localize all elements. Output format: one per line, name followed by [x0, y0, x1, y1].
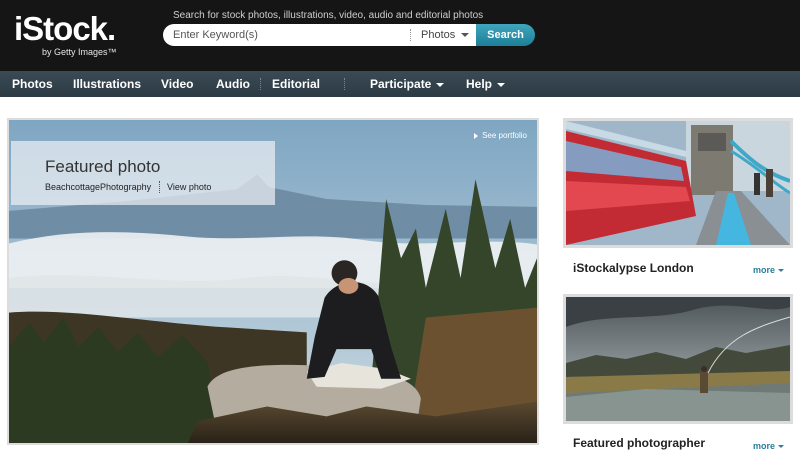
search-divider — [410, 29, 411, 41]
nav-item-help[interactable]: Help — [466, 71, 506, 97]
chevron-down-icon — [497, 82, 506, 87]
caption-divider — [159, 181, 160, 193]
card-title-photographer[interactable]: Featured photographer — [573, 436, 705, 450]
logo-subtitle: by Getty Images™ — [42, 47, 117, 57]
logo-text: iStock. — [14, 10, 116, 47]
featured-photo[interactable]: Featured photo BeachcottagePhotography V… — [7, 118, 539, 445]
search-type-select[interactable]: Photos — [421, 24, 470, 46]
chevron-down-icon — [436, 82, 445, 87]
featured-author-link[interactable]: BeachcottagePhotography — [45, 182, 151, 192]
featured-caption-panel: Featured photo BeachcottagePhotography V… — [11, 141, 275, 205]
card-title-london[interactable]: iStockalypse London — [573, 261, 694, 275]
search-hint: Search for stock photos, illustrations, … — [173, 10, 484, 21]
main-nav: Photos Illustrations Video Audio Editori… — [0, 71, 800, 97]
nav-item-photos[interactable]: Photos — [12, 71, 53, 97]
nav-item-illustrations[interactable]: Illustrations — [73, 71, 141, 97]
featured-title: Featured photo — [45, 157, 161, 176]
nav-item-participate[interactable]: Participate — [370, 71, 445, 97]
nav-item-audio[interactable]: Audio — [216, 71, 250, 97]
nav-item-editorial[interactable]: Editorial — [272, 71, 320, 97]
card-image-london[interactable] — [563, 118, 793, 248]
chevron-down-icon — [778, 269, 785, 273]
more-link-photographer[interactable]: more — [753, 441, 785, 451]
view-photo-link[interactable]: View photo — [167, 182, 211, 192]
fly-fishing-image — [566, 297, 790, 421]
see-portfolio-label: See portfolio — [482, 131, 527, 140]
more-label: more — [753, 265, 776, 275]
play-arrow-icon — [474, 132, 479, 139]
search-input[interactable] — [173, 24, 413, 46]
search-type-label: Photos — [421, 29, 456, 41]
search-button[interactable]: Search — [476, 24, 535, 46]
chevron-down-icon — [778, 445, 785, 449]
london-bus-image — [566, 121, 790, 245]
more-label: more — [753, 441, 776, 451]
more-link-london[interactable]: more — [753, 265, 785, 275]
nav-label-participate: Participate — [370, 77, 432, 91]
chevron-down-icon — [461, 33, 470, 38]
nav-item-video[interactable]: Video — [161, 71, 193, 97]
istock-logo[interactable]: iStock. by Getty Images™ — [14, 10, 117, 58]
site-header: iStock. by Getty Images™ Search for stoc… — [0, 0, 800, 71]
nav-divider — [260, 78, 261, 90]
search-box: Photos — [163, 24, 477, 46]
nav-divider — [344, 78, 345, 90]
see-portfolio-link[interactable]: See portfolio — [474, 131, 527, 140]
nav-label-help: Help — [466, 77, 493, 91]
card-image-photographer[interactable] — [563, 294, 793, 424]
